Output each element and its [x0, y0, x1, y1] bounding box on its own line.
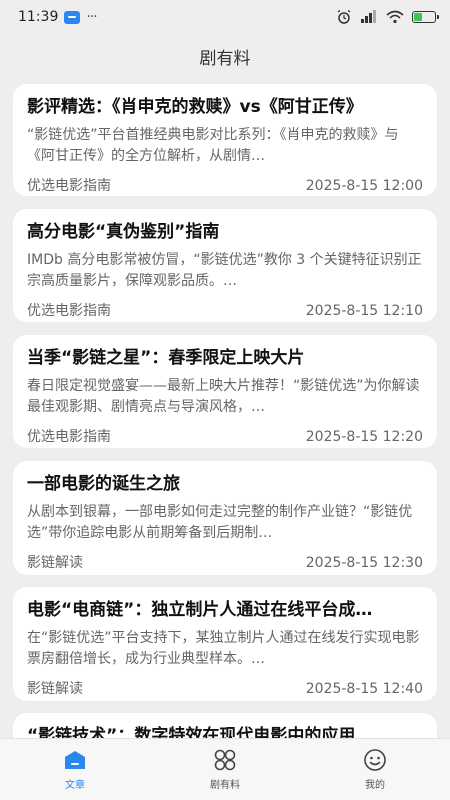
article-summary: “影链优选”平台首推经典电影对比系列：《肖申克的救赎》与《阿甘正传》的全方位解析…	[27, 127, 399, 164]
article-source: 优选电影指南	[27, 303, 111, 319]
smiley-icon	[362, 747, 388, 773]
status-bar: 11:39 ···	[0, 0, 450, 34]
article-source: 影链解读	[27, 555, 83, 571]
tab-label: 文章	[65, 780, 85, 791]
tab-profile[interactable]: 我的	[330, 747, 420, 791]
article-meta: 优选电影指南 2025-8-15 12:10	[27, 301, 423, 321]
battery-icon	[412, 11, 439, 23]
article-summary: 在“影链优选”平台支持下，某独立制片人通过在线发行实现电影票房翻倍增长，成为行业…	[27, 630, 420, 667]
article-title: 电影“电商链”：独立制片人通过在线平台成…	[27, 600, 373, 620]
article-summary: IMDb 高分电影常被仿冒，“影链优选”教你 3 个关键特征识别正宗高质量影片，…	[27, 252, 422, 289]
bottom-tab-bar: 文章 剧有料 我的	[0, 738, 450, 800]
article-title: 影评精选：《肖申克的救赎》vs《阿甘正传》	[27, 97, 363, 117]
article-summary: 春日限定视觉盛宴——最新上映大片推荐！“影链优选”为你解读最佳观影期、剧情亮点与…	[27, 378, 420, 415]
article-card[interactable]: 电影“电商链”：独立制片人通过在线平台成… 在“影链优选”平台支持下，某独立制片…	[13, 587, 437, 701]
article-card[interactable]: 当季“影链之星”：春季限定上映大片 春日限定视觉盛宴——最新上映大片推荐！“影链…	[13, 335, 437, 448]
article-date: 2025-8-15 12:20	[305, 429, 423, 445]
article-source: 优选电影指南	[27, 178, 111, 194]
message-notification-icon	[64, 10, 81, 24]
article-card[interactable]: 一部电影的诞生之旅 从剧本到银幕，一部电影如何走过完整的制作产业链？“影链优选”…	[13, 461, 437, 575]
tab-label: 我的	[365, 780, 385, 791]
wifi-icon	[386, 10, 404, 24]
article-meta: 影链解读 2025-8-15 12:40	[27, 679, 423, 699]
article-icon	[62, 747, 88, 773]
tab-label: 剧有料	[210, 780, 240, 791]
article-summary: 从剧本到银幕，一部电影如何走过完整的制作产业链？“影链优选”带你追踪电影从前期筹…	[27, 504, 413, 541]
article-meta: 影链解读 2025-8-15 12:30	[27, 553, 423, 573]
alarm-icon	[337, 9, 351, 24]
article-title: 一部电影的诞生之旅	[27, 474, 180, 494]
article-date: 2025-8-15 12:00	[305, 178, 423, 194]
grid-icon	[212, 747, 238, 773]
article-card[interactable]: 影评精选：《肖申克的救赎》vs《阿甘正传》 “影链优选”平台首推经典电影对比系列…	[13, 84, 437, 196]
article-card[interactable]: 高分电影“真伪鉴别”指南 IMDb 高分电影常被仿冒，“影链优选”教你 3 个关…	[13, 209, 437, 322]
tab-articles[interactable]: 文章	[30, 747, 120, 791]
status-right	[336, 9, 439, 25]
article-card[interactable]: “影链技术”：数字特效在现代电影中的应用	[13, 713, 437, 738]
page-title: 剧有料	[199, 48, 251, 69]
article-meta: 优选电影指南 2025-8-15 12:00	[27, 176, 423, 196]
tab-drama[interactable]: 剧有料	[180, 747, 270, 791]
status-time: 11:39	[18, 9, 59, 25]
article-title: 当季“影链之星”：春季限定上映大片	[27, 348, 305, 368]
article-date: 2025-8-15 12:30	[305, 555, 423, 571]
article-feed[interactable]: 影评精选：《肖申克的救赎》vs《阿甘正传》 “影链优选”平台首推经典电影对比系列…	[0, 84, 450, 738]
article-title: “影链技术”：数字特效在现代电影中的应用	[27, 726, 356, 738]
article-date: 2025-8-15 12:10	[305, 303, 423, 319]
article-source: 影链解读	[27, 681, 83, 697]
article-date: 2025-8-15 12:40	[305, 681, 423, 697]
article-title: 高分电影“真伪鉴别”指南	[27, 222, 220, 242]
cellular-signal-icon	[361, 10, 376, 23]
article-source: 优选电影指南	[27, 429, 111, 445]
status-left: 11:39 ···	[18, 9, 98, 25]
more-notifications-icon: ···	[86, 9, 97, 25]
article-meta: 优选电影指南 2025-8-15 12:20	[27, 427, 423, 447]
